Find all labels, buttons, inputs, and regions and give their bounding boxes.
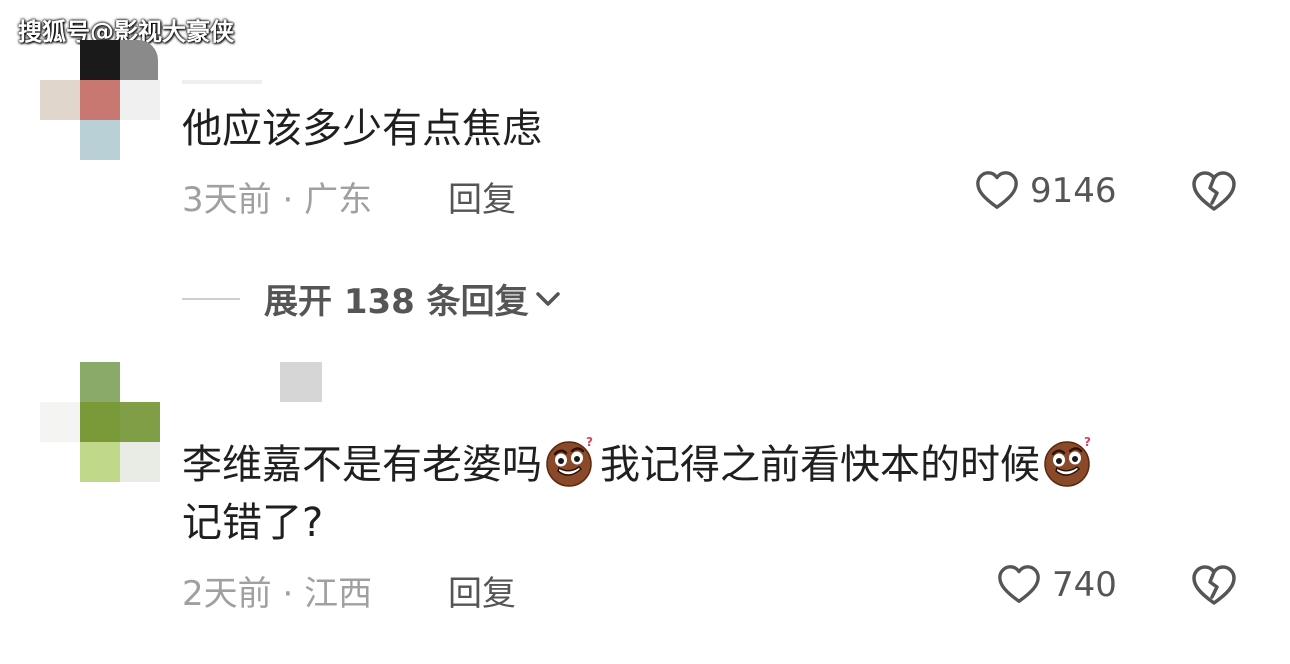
reply-button[interactable]: 回复 <box>448 172 516 221</box>
divider-line <box>182 297 240 300</box>
svg-text:?: ? <box>1084 435 1091 449</box>
avatar[interactable] <box>40 40 160 160</box>
svg-text:?: ? <box>586 435 593 449</box>
comment-meta: 3天前 · 广东 <box>182 172 372 221</box>
username-blurred[interactable] <box>280 362 322 402</box>
expand-replies-label: 展开 138 条回复 <box>264 282 529 322</box>
comment-time: 3天前 <box>182 180 272 220</box>
comment-text: 李维嘉不是有老婆吗 ? 我记得之前看快本的时候 ? <box>182 434 1098 494</box>
comment-location: 广东 <box>304 180 373 220</box>
username-blurred[interactable] <box>182 80 262 84</box>
reply-button[interactable]: 回复 <box>448 566 516 615</box>
meta-separator: · <box>282 574 294 614</box>
expand-replies-button[interactable]: 展开 138 条回复 <box>182 274 563 323</box>
broken-heart-icon[interactable] <box>1190 168 1238 216</box>
comment-text: 他应该多少有点焦虑 <box>182 106 542 152</box>
like-button[interactable]: 740 <box>996 562 1117 608</box>
comment-text-part2: 我记得之前看快本的时候 <box>600 442 1040 488</box>
confused-face-emoji-icon: ? <box>546 435 593 487</box>
like-count: 9146 <box>1030 171 1117 211</box>
comment-text-line2: 记错了? <box>182 500 324 546</box>
comment-time: 2天前 <box>182 574 272 614</box>
avatar[interactable] <box>40 362 160 482</box>
like-button[interactable]: 9146 <box>974 168 1117 214</box>
comment-text-part1: 李维嘉不是有老婆吗 <box>182 442 542 488</box>
confused-face-emoji-icon: ? <box>1044 435 1091 487</box>
meta-separator: · <box>282 180 294 220</box>
like-count: 740 <box>1052 565 1117 605</box>
heart-outline-icon <box>998 565 1040 603</box>
broken-heart-icon[interactable] <box>1190 562 1238 610</box>
heart-outline-icon <box>976 171 1018 209</box>
comment-meta: 2天前 · 江西 <box>182 566 372 615</box>
comment-location: 江西 <box>304 574 373 614</box>
chevron-down-icon <box>535 291 560 306</box>
